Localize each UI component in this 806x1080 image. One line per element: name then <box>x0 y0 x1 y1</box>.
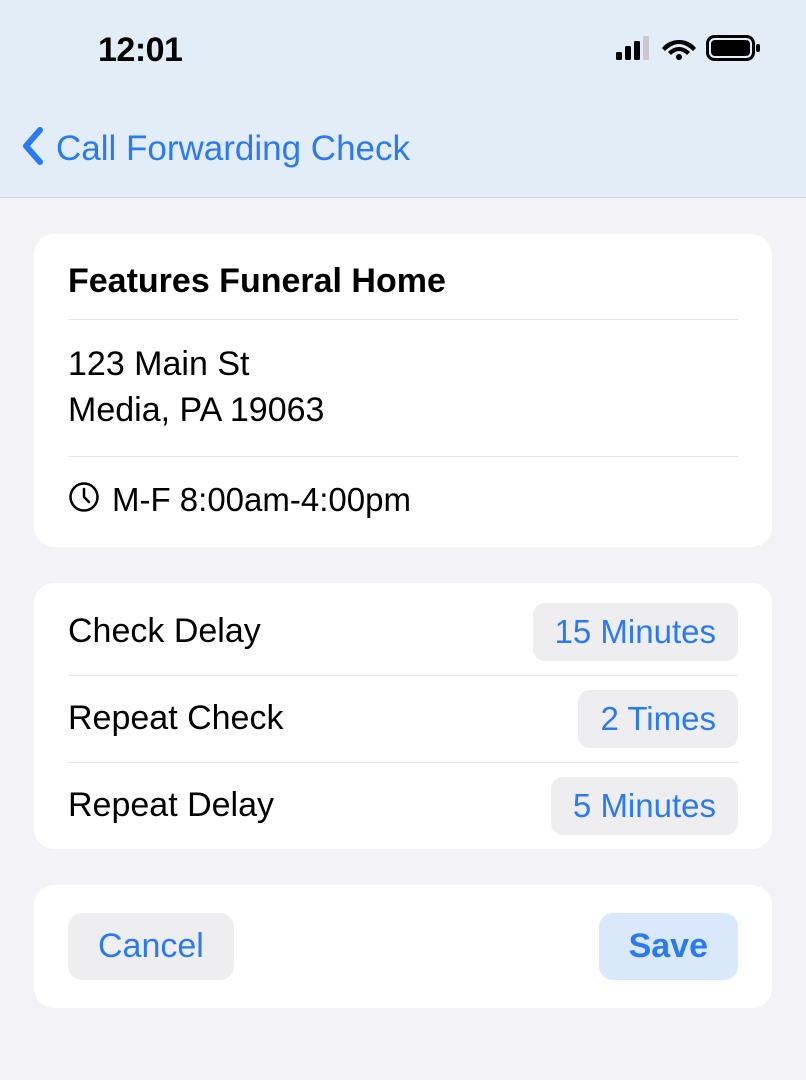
repeat-delay-label: Repeat Delay <box>68 786 274 825</box>
status-bar: 12:01 <box>0 0 806 100</box>
address-line-1: 123 Main St <box>68 342 738 388</box>
repeat-delay-row: Repeat Delay 5 Minutes <box>68 763 738 849</box>
save-button[interactable]: Save <box>599 913 738 980</box>
business-info-card: Features Funeral Home 123 Main St Media,… <box>34 234 772 547</box>
business-hours-text: M-F 8:00am-4:00pm <box>112 481 411 519</box>
navigation-bar: Call Forwarding Check <box>0 100 806 198</box>
repeat-check-label: Repeat Check <box>68 699 283 738</box>
cellular-icon <box>616 36 652 65</box>
cancel-button[interactable]: Cancel <box>68 913 234 980</box>
repeat-check-row: Repeat Check 2 Times <box>68 676 738 763</box>
status-time: 12:01 <box>98 31 182 70</box>
business-name: Features Funeral Home <box>68 234 738 320</box>
settings-card: Check Delay 15 Minutes Repeat Check 2 Ti… <box>34 583 772 849</box>
check-delay-value[interactable]: 15 Minutes <box>533 603 738 661</box>
actions-card: Cancel Save <box>34 885 772 1008</box>
check-delay-label: Check Delay <box>68 612 261 651</box>
check-delay-row: Check Delay 15 Minutes <box>68 583 738 676</box>
battery-icon <box>706 35 762 66</box>
nav-title[interactable]: Call Forwarding Check <box>56 129 410 169</box>
clock-icon <box>68 481 100 518</box>
chevron-left-icon <box>20 126 44 171</box>
wifi-icon <box>662 36 696 65</box>
content-area: Features Funeral Home 123 Main St Media,… <box>0 198 806 1008</box>
repeat-delay-value[interactable]: 5 Minutes <box>551 777 738 835</box>
back-button[interactable] <box>16 127 48 171</box>
status-icons <box>616 35 762 66</box>
business-address: 123 Main St Media, PA 19063 <box>68 320 738 457</box>
repeat-check-value[interactable]: 2 Times <box>578 690 738 748</box>
address-line-2: Media, PA 19063 <box>68 388 738 434</box>
business-hours-row: M-F 8:00am-4:00pm <box>68 457 738 547</box>
